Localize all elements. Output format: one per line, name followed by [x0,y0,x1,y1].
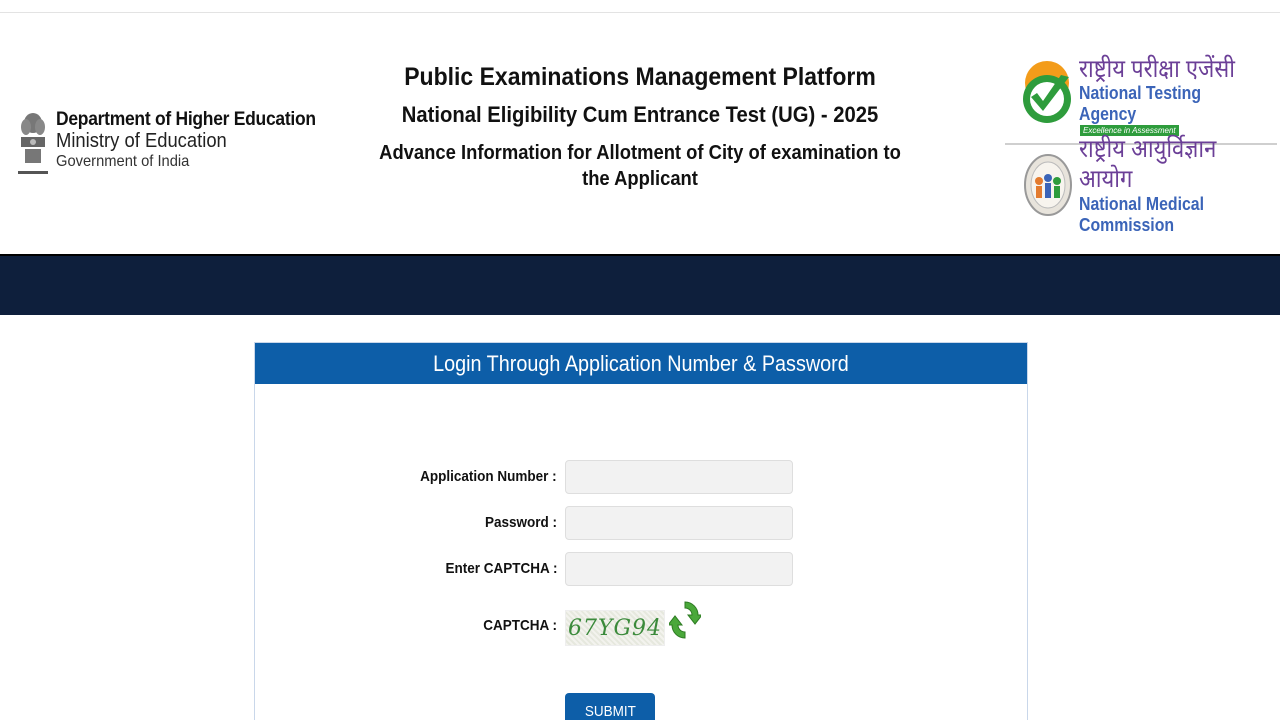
nta-hindi-name: राष्ट्रीय परीक्षा एजेंसी [1079,56,1253,84]
login-heading: Login Through Application Number & Passw… [433,343,849,384]
exam-title: National Eligibility Cum Entrance Test (… [364,102,916,128]
national-emblem-icon [16,109,50,181]
header-titles: Public Examinations Management Platform … [340,63,940,192]
enter-captcha-label: Enter CAPTCHA : [445,551,557,587]
nmc-hindi-name: राष्ट्रीय आयुर्विज्ञान आयोग [1079,134,1253,194]
nmc-english-name: National Medical Commission [1079,194,1253,236]
login-panel-header: Login Through Application Number & Passw… [255,343,1027,384]
password-input[interactable] [565,506,793,540]
captcha-row: CAPTCHA : 67YG94 [255,608,1029,644]
nta-logo: राष्ट्रीय परीक्षा एजेंसी National Testin… [1005,53,1277,139]
refresh-captcha-icon[interactable] [669,598,701,642]
password-label: Password : [485,505,557,541]
captcha-input[interactable] [565,552,793,586]
nta-tick-logo-icon [1021,59,1073,133]
navigation-bar [0,254,1280,315]
nmc-logo: राष्ट्रीय आयुर्विज्ञान आयोग National Med… [1005,149,1277,221]
submit-button[interactable]: SUBMIT [565,693,655,720]
application-number-row: Application Number : [255,459,1029,495]
government-name: Government of India [56,153,316,171]
captcha-image: 67YG94 [565,610,665,646]
application-number-input[interactable] [565,460,793,494]
page-title: Public Examinations Management Platform [364,63,916,92]
page-description: Advance Information for Allotment of Cit… [364,140,916,192]
agency-logos: राष्ट्रीय परीक्षा एजेंसी National Testin… [1005,53,1277,221]
nta-english-name: National Testing Agency [1079,83,1253,125]
application-number-label: Application Number : [420,459,557,495]
ministry-name: Ministry of Education [56,130,316,152]
page-header: Department of Higher Education Ministry … [0,13,1280,255]
department-name: Department of Higher Education [56,109,316,130]
password-row: Password : [255,505,1029,541]
login-panel: Login Through Application Number & Passw… [254,342,1028,720]
enter-captcha-row: Enter CAPTCHA : [255,551,1029,587]
submit-label: SUBMIT [584,703,635,720]
captcha-label: CAPTCHA : [483,608,557,644]
department-block: Department of Higher Education Ministry … [16,109,338,181]
nmc-seal-icon [1023,151,1073,219]
